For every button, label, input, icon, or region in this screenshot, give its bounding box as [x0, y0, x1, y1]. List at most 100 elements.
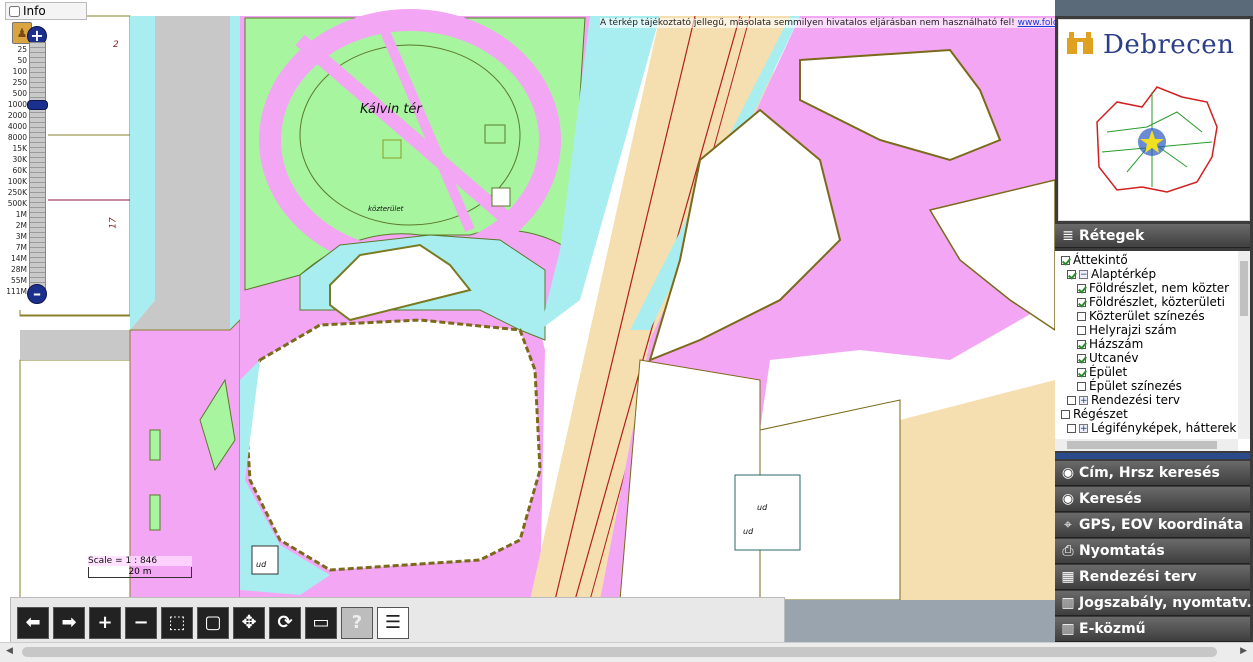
zoom-in-tool-button[interactable]: +	[89, 607, 121, 639]
map-canvas[interactable]: Kálvin tér közterület 2 17 ud ud ud A té…	[0, 0, 1055, 661]
zoom-level-label[interactable]: 1000	[5, 99, 27, 110]
info-toggle[interactable]: Info	[5, 2, 87, 20]
full-extent-button[interactable]: ▢	[197, 607, 229, 639]
zoom-level-label[interactable]: 250K	[5, 187, 27, 198]
layer-item[interactable]: + Légifényképek, hátterek	[1067, 421, 1236, 435]
layer-label: Helyrajzi szám	[1089, 323, 1177, 337]
layer-label: Légifényképek, hátterek	[1091, 421, 1237, 435]
courtyard-label: ud	[743, 527, 754, 536]
zoom-level-label[interactable]: 28M	[5, 264, 27, 275]
layer-item[interactable]: Házszám	[1077, 337, 1143, 351]
refresh-button[interactable]: ⟳	[269, 607, 301, 639]
layer-item[interactable]: Épület	[1077, 365, 1127, 379]
zoom-level-label[interactable]: 100K	[5, 176, 27, 187]
scroll-left-icon[interactable]: ◀	[6, 646, 13, 656]
pan-button[interactable]: ✥	[233, 607, 265, 639]
zoom-slider-thumb[interactable]	[27, 100, 48, 110]
layers-header[interactable]: ≣ Rétegek	[1055, 224, 1250, 248]
layer-checkbox[interactable]	[1067, 395, 1076, 405]
nav-item[interactable]: ▥ Jogszabály, nyomtatv.	[1055, 591, 1252, 616]
layer-item[interactable]: Helyrajzi szám	[1077, 323, 1177, 337]
forward-button[interactable]: ➡	[53, 607, 85, 639]
zoom-level-label[interactable]: 100	[5, 66, 27, 77]
layer-checkbox[interactable]	[1077, 283, 1086, 293]
zoom-slider-track[interactable]	[29, 42, 46, 296]
nav-item-label: Keresés	[1079, 491, 1142, 507]
layer-item[interactable]: Régészet	[1061, 407, 1128, 421]
scroll-right-icon[interactable]: ▶	[1240, 646, 1247, 656]
zoom-level-label[interactable]: 2000	[5, 110, 27, 121]
layers-horizontal-scrollbar[interactable]	[1055, 439, 1238, 451]
sidebar-divider	[1055, 453, 1250, 459]
zoom-level-label[interactable]: 50	[5, 55, 27, 66]
zoom-level-label[interactable]: 60K	[5, 165, 27, 176]
layer-checkbox[interactable]	[1077, 353, 1086, 363]
help-button[interactable]: ?	[341, 607, 373, 639]
layer-item[interactable]: Épület színezés	[1077, 379, 1182, 393]
zoom-level-label[interactable]: 7M	[5, 242, 27, 253]
layer-checkbox[interactable]	[1077, 339, 1086, 349]
foldhivatal-link[interactable]: www.foldhivatal.hu	[1018, 18, 1055, 28]
layer-expand-icon[interactable]: +	[1079, 423, 1088, 433]
zoom-level-label[interactable]: 14M	[5, 253, 27, 264]
zoom-level-label[interactable]: 2M	[5, 220, 27, 231]
nav-item[interactable]: ▥ E-közmű	[1055, 617, 1250, 642]
nav-item[interactable]: ◉ Keresés	[1055, 487, 1250, 512]
layer-item[interactable]: Közterület színezés	[1077, 309, 1205, 323]
zoom-level-label[interactable]: 500K	[5, 198, 27, 209]
layer-item[interactable]: − Alaptérkép	[1067, 267, 1156, 281]
zoom-level-label[interactable]: 55M	[5, 275, 27, 286]
disclaimer-text: A térkép tájékoztató jellegű, másolata s…	[600, 18, 1018, 28]
nav-item[interactable]: ⌖ GPS, EOV koordináta	[1055, 513, 1250, 538]
layer-checkbox[interactable]	[1077, 381, 1086, 391]
square-name-label: Kálvin tér	[360, 102, 422, 117]
street-label: közterület	[368, 205, 404, 213]
zoom-level-label[interactable]: 250	[5, 77, 27, 88]
layer-label: Földrészlet, közterületi	[1089, 295, 1225, 309]
legend-button[interactable]: ☰	[377, 607, 409, 639]
zoom-out-tool-button[interactable]: −	[125, 607, 157, 639]
zoom-level-label[interactable]: 25	[5, 44, 27, 55]
scroll-thumb[interactable]	[22, 647, 1217, 657]
layer-checkbox[interactable]	[1067, 423, 1076, 433]
layer-item[interactable]: Utcanév	[1077, 351, 1139, 365]
layer-expand-icon[interactable]: −	[1079, 269, 1088, 279]
layer-expand-icon[interactable]: +	[1079, 395, 1088, 405]
zoom-level-label[interactable]: 111M	[5, 286, 27, 297]
lot-number-label: 2	[113, 40, 119, 50]
zoom-level-label[interactable]: 15K	[5, 143, 27, 154]
zoom-level-label[interactable]: 1M	[5, 209, 27, 220]
layer-item[interactable]: Földrészlet, nem közter	[1077, 281, 1229, 295]
layer-checkbox[interactable]	[1077, 297, 1086, 307]
zoom-level-label[interactable]: 3M	[5, 231, 27, 242]
layer-checkbox[interactable]	[1077, 367, 1086, 377]
layer-label: Áttekintő	[1073, 253, 1128, 267]
nav-item-label: Jogszabály, nyomtatv.	[1079, 595, 1252, 611]
nav-item[interactable]: ◉ Cím, Hrsz keresés	[1055, 461, 1250, 486]
nav-item-icon: ◉	[1061, 491, 1075, 507]
layers-vertical-scrollbar[interactable]	[1238, 251, 1250, 439]
layer-item[interactable]: + Rendezési terv	[1067, 393, 1180, 407]
zoom-box-button[interactable]: ⬚	[161, 607, 193, 639]
courtyard-label: ud	[757, 503, 768, 512]
overview-map[interactable]	[1087, 72, 1222, 202]
nav-item-icon: ▥	[1061, 621, 1075, 637]
nav-item[interactable]: ▦ Rendezési terv	[1055, 565, 1250, 590]
layer-item[interactable]: Földrészlet, közterületi	[1077, 295, 1225, 309]
layer-checkbox[interactable]	[1061, 409, 1070, 419]
zoom-out-button[interactable]: –	[27, 284, 47, 304]
zoom-level-label[interactable]: 30K	[5, 154, 27, 165]
info-checkbox[interactable]	[9, 5, 20, 17]
layer-checkbox[interactable]	[1061, 255, 1070, 265]
layer-checkbox[interactable]	[1067, 269, 1076, 279]
back-button[interactable]: ⬅	[17, 607, 49, 639]
page-horizontal-scrollbar[interactable]: ◀ ▶	[0, 642, 1253, 662]
layer-checkbox[interactable]	[1077, 325, 1086, 335]
nav-item[interactable]: ⎙ Nyomtatás	[1055, 539, 1250, 564]
measure-button[interactable]: ▭	[305, 607, 337, 639]
zoom-level-label[interactable]: 8000	[5, 132, 27, 143]
zoom-level-label[interactable]: 4000	[5, 121, 27, 132]
layer-checkbox[interactable]	[1077, 311, 1086, 321]
layer-item[interactable]: Áttekintő	[1061, 253, 1128, 267]
zoom-level-label[interactable]: 500	[5, 88, 27, 99]
